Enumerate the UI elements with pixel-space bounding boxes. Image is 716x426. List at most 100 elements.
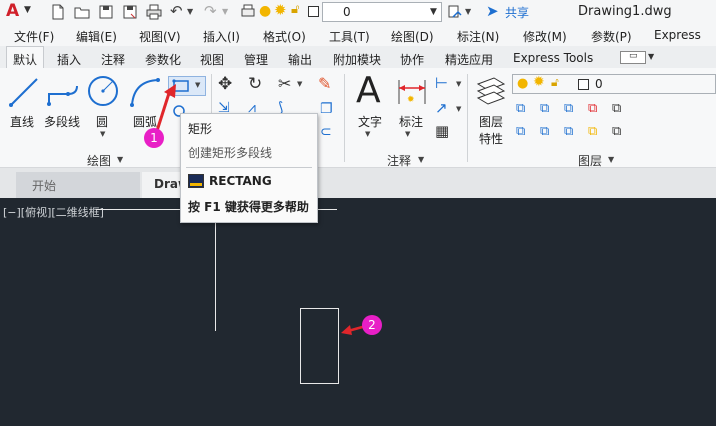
layer-tool-icon[interactable]: ⧉: [588, 124, 597, 139]
layer-properties-label-2[interactable]: 特性: [479, 130, 503, 147]
drawing-canvas[interactable]: [−][俯视][二维线框] 2: [0, 198, 716, 426]
layer-dropdown[interactable]: 0 ▼: [322, 2, 442, 22]
linear-dim-dropdown-icon[interactable]: ▼: [456, 80, 461, 88]
circle-dropdown-icon[interactable]: ▼: [100, 130, 105, 138]
tab-default[interactable]: 默认: [6, 46, 45, 68]
menu-dimension[interactable]: 标注(N): [457, 28, 499, 45]
undo-icon[interactable]: ↶: [170, 2, 183, 20]
layer-tool-icon[interactable]: ⧉: [612, 101, 621, 116]
plot-icon[interactable]: [240, 4, 256, 20]
layer-tool-icon[interactable]: ⧉: [564, 124, 573, 139]
ribbon-panel-area: 直线 多段线 圆 ▼ 圆弧 ▼ 绘图 ▼ 1 ✥ ↻ ✂ ▼ ✎ ❐ ⊂ ⩘ ⇲…: [0, 68, 716, 168]
tab-annotate[interactable]: 注释: [101, 51, 125, 68]
layer-tool-icon[interactable]: ⧉: [540, 124, 549, 139]
layers-panel-title[interactable]: 图层: [578, 152, 602, 169]
match-properties-icon[interactable]: [447, 4, 463, 20]
open-folder-icon[interactable]: [74, 4, 90, 20]
copy-icon[interactable]: ❐: [320, 101, 333, 117]
layer-unlock-icon[interactable]: 🔓︎: [291, 2, 299, 17]
tab-collaborate[interactable]: 协作: [400, 51, 424, 68]
layer-properties-label-1[interactable]: 图层: [479, 113, 503, 130]
layer-tool-icon[interactable]: ⧉: [612, 124, 621, 139]
line-tool-label[interactable]: 直线: [10, 113, 34, 130]
drawn-rectangle[interactable]: [300, 308, 339, 384]
menu-modify[interactable]: 修改(M): [523, 28, 567, 45]
ribbon-layer-dropdown[interactable]: 0: [512, 74, 716, 94]
text-dropdown-icon[interactable]: ▼: [365, 130, 370, 138]
layers-panel-expand-icon[interactable]: ▼: [608, 155, 614, 164]
draw-panel-expand-icon[interactable]: ▼: [117, 155, 123, 164]
tab-insert[interactable]: 插入: [57, 51, 81, 68]
menu-tools[interactable]: 工具(T): [329, 28, 370, 45]
menu-draw[interactable]: 绘图(D): [391, 28, 434, 45]
print-icon[interactable]: [146, 4, 162, 20]
trim-icon[interactable]: ✂: [278, 74, 291, 93]
match-properties-dropdown-icon[interactable]: ▼: [465, 7, 471, 16]
tab-manage[interactable]: 管理: [244, 51, 268, 68]
doc-tab-start-label: 开始: [32, 179, 57, 193]
menu-express[interactable]: Express: [654, 28, 701, 42]
menu-insert[interactable]: 插入(I): [203, 28, 240, 45]
app-logo[interactable]: A: [6, 1, 19, 21]
polyline-tool-icon[interactable]: [46, 76, 80, 108]
line-tool-icon[interactable]: [8, 76, 40, 108]
text-tool-icon[interactable]: A: [356, 70, 381, 111]
dimension-dropdown-icon[interactable]: ▼: [405, 130, 410, 138]
share-send-icon[interactable]: ➤: [486, 2, 499, 20]
menu-file[interactable]: 文件(F): [14, 28, 54, 45]
tab-express-tools[interactable]: Express Tools: [513, 51, 593, 65]
viewport-controls[interactable]: [−][俯视][二维线框]: [3, 204, 104, 220]
menu-parametric[interactable]: 参数(P): [591, 28, 632, 45]
layer-tool-icon[interactable]: ⧉: [564, 101, 573, 116]
dimension-tool-icon[interactable]: ✹: [395, 76, 429, 108]
text-tool-label[interactable]: 文字: [358, 113, 382, 130]
leader-dropdown-icon[interactable]: ▼: [456, 105, 461, 113]
ribbon-minimize-button[interactable]: ▭: [620, 51, 646, 64]
new-file-icon[interactable]: [50, 4, 66, 20]
leader-icon[interactable]: ↗: [435, 99, 448, 117]
save-as-icon[interactable]: [122, 4, 138, 20]
layer-on-bulb-icon[interactable]: ●: [259, 3, 271, 19]
undo-dropdown-icon[interactable]: ▼: [187, 7, 193, 16]
linear-dim-icon[interactable]: ⊢: [435, 74, 448, 92]
tab-parametric[interactable]: 参数化: [145, 51, 181, 68]
dimension-tool-label[interactable]: 标注: [399, 113, 423, 130]
tab-view[interactable]: 视图: [200, 51, 224, 68]
tab-output[interactable]: 输出: [288, 51, 312, 68]
app-menu-chevron-icon[interactable]: ▼: [24, 5, 31, 15]
polyline-tool-label[interactable]: 多段线: [44, 113, 80, 130]
annotation-panel-expand-icon[interactable]: ▼: [418, 155, 424, 164]
ribbon-options-dropdown-icon[interactable]: ▼: [648, 52, 654, 61]
redo-dropdown-icon[interactable]: ▼: [222, 7, 228, 16]
panel-separator: [467, 74, 468, 162]
save-icon[interactable]: [98, 4, 114, 20]
table-icon[interactable]: ▦: [435, 122, 449, 140]
layer-tool-icon[interactable]: ⧉: [516, 124, 525, 139]
document-tab-bar: 开始 Draw: [0, 168, 716, 198]
share-button[interactable]: 共享: [505, 4, 529, 21]
fillet-icon[interactable]: ⊂: [320, 124, 332, 140]
draw-panel-title[interactable]: 绘图: [87, 152, 111, 169]
ribbon-tab-bar: 默认 插入 注释 参数化 视图 管理 输出 附加模块 协作 精选应用 Expre…: [0, 46, 716, 68]
tooltip-title: 矩形: [188, 122, 213, 136]
layer-properties-icon[interactable]: [474, 74, 508, 108]
circle-tool-label[interactable]: 圆: [96, 113, 108, 130]
menu-edit[interactable]: 编辑(E): [76, 28, 117, 45]
trim-dropdown-icon[interactable]: ▼: [297, 80, 302, 88]
menu-format[interactable]: 格式(O): [263, 28, 306, 45]
menu-view[interactable]: 视图(V): [139, 28, 181, 45]
erase-icon[interactable]: ✎: [318, 74, 331, 93]
redo-icon[interactable]: ↷: [204, 2, 217, 20]
layer-tool-icon[interactable]: ⧉: [588, 101, 597, 116]
doc-tab-start[interactable]: 开始: [16, 172, 140, 198]
rotate-icon[interactable]: ↻: [248, 74, 262, 94]
annotation-panel-title[interactable]: 注释: [387, 152, 411, 169]
layer-thaw-sun-icon[interactable]: ✹: [274, 1, 287, 19]
title-bar: A ▼ ↶ ▼ ↷ ▼ ● ✹ 🔓︎ 0 ▼ ▼ ➤ 共享 Drawing1.d…: [0, 0, 716, 24]
tab-featured-apps[interactable]: 精选应用: [445, 51, 493, 68]
layer-tool-icon[interactable]: ⧉: [540, 101, 549, 116]
circle-tool-icon[interactable]: [86, 74, 120, 108]
move-icon[interactable]: ✥: [218, 74, 232, 94]
layer-tool-icon[interactable]: ⧉: [516, 101, 525, 116]
tab-addins[interactable]: 附加模块: [333, 51, 381, 68]
